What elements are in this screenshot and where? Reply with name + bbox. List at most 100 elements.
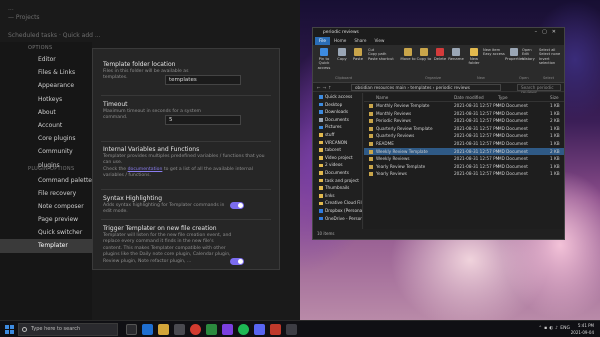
easy-access-button[interactable]: Easy access <box>483 52 505 56</box>
store-icon[interactable] <box>174 324 185 335</box>
folder-icon <box>319 209 323 213</box>
nav-item[interactable]: Documents <box>313 169 362 177</box>
app-icon[interactable] <box>286 324 297 335</box>
sidebar-item-quick-switcher[interactable]: Quick switcher <box>0 226 92 239</box>
sidebar-item-community-plugins[interactable]: Community plugins <box>0 145 92 168</box>
paste-shortcut-button[interactable]: Paste shortcut <box>368 57 394 61</box>
column-date-modified[interactable]: Date modified <box>454 93 484 102</box>
file-row[interactable]: Monthly Reviews 2021-08-31 12:57 PM MD Doc… <box>364 110 564 118</box>
language-indicator[interactable]: ENG <box>560 326 570 331</box>
clipboard-small-actions[interactable]: Cut Copy path Paste shortcut <box>368 48 394 61</box>
pin-quick-access-button[interactable]: Pin to Quick access <box>315 48 333 70</box>
sidebar-item-account[interactable]: Account <box>0 119 92 132</box>
address-bar-row: ←→↑ obsidian resources main › templates … <box>313 83 564 95</box>
trigger-on-new-file-toggle[interactable] <box>230 258 244 265</box>
tab-file[interactable]: File <box>315 37 331 45</box>
button-label: Paste <box>352 56 364 61</box>
sidebar-item-page-preview[interactable]: Page preview <box>0 213 92 226</box>
tab-view[interactable]: View <box>370 37 388 45</box>
nav-item[interactable]: links <box>313 192 362 200</box>
template-folder-input[interactable]: templates <box>165 75 241 85</box>
file-name: Yearly Reviews <box>376 171 407 177</box>
nav-item-label: tabcent <box>325 147 342 153</box>
address-bar[interactable]: obsidian resources main › templates › pe… <box>351 84 501 91</box>
nav-item[interactable]: Quick access <box>313 93 362 101</box>
nav-item-label: Pictures <box>325 124 342 130</box>
open-small-actions[interactable]: Open Edit History <box>522 48 535 61</box>
edge-browser-icon[interactable] <box>142 324 153 335</box>
sidebar-item-templater[interactable]: Templater <box>0 239 92 253</box>
nav-item[interactable]: task and project <box>313 177 362 185</box>
windows-start-icon[interactable] <box>5 325 14 334</box>
sidebar-item-note-composer[interactable]: Note composer <box>0 200 92 213</box>
clock-date: 2021-09-04 <box>570 330 594 335</box>
explorer-search-input[interactable]: Search periodic reviews <box>517 84 561 95</box>
obsidian-icon[interactable] <box>222 324 233 335</box>
rename-button[interactable]: Rename <box>447 48 465 61</box>
taskbar-search-input[interactable]: Type here to search <box>18 323 118 336</box>
nav-item[interactable]: 2 videos <box>313 161 362 169</box>
app-icon[interactable] <box>270 324 281 335</box>
column-size[interactable]: Size <box>550 93 559 102</box>
history-button[interactable]: History <box>522 57 535 61</box>
discord-icon[interactable] <box>254 324 265 335</box>
folder-icon <box>470 48 478 56</box>
window-controls[interactable]: –▢✕ <box>535 28 561 37</box>
timeout-input[interactable]: 5 <box>165 115 241 125</box>
file-row[interactable]: Weekly Reviews 2021-08-31 12:57 PM MD Docu… <box>364 155 564 163</box>
nav-item[interactable]: Desktop <box>313 101 362 109</box>
paste-button[interactable]: Paste <box>349 48 367 61</box>
documentation-link[interactable]: documentation <box>128 167 163 172</box>
clock[interactable]: 5:41 PM 2021-09-04 <box>571 322 594 336</box>
file-row[interactable]: Yearly Review Template 2021-08-31 12:57 P… <box>364 163 564 171</box>
nav-item[interactable]: Pictures <box>313 123 362 131</box>
sidebar-item-appearance[interactable]: Appearance <box>0 79 92 92</box>
properties-button[interactable]: Properties <box>505 48 524 61</box>
tab-share[interactable]: Share <box>350 37 370 45</box>
new-folder-button[interactable]: New folder <box>465 48 483 66</box>
chrome-icon[interactable] <box>190 324 201 335</box>
file-explorer-icon[interactable] <box>158 324 169 335</box>
nav-item[interactable]: stuff <box>313 131 362 139</box>
nav-item[interactable]: OneDrive - Person <box>313 215 362 223</box>
file-row[interactable]: Periodic Reviews 2021-08-31 12:57 PM MD Do… <box>364 117 564 125</box>
system-tray-icons[interactable]: ⌃▪◐♪ <box>538 326 560 331</box>
sidebar-item-hotkeys[interactable]: Hotkeys <box>0 93 92 106</box>
nav-item[interactable]: Documents <box>313 116 362 124</box>
column-type[interactable]: Type <box>498 93 508 102</box>
task-view-icon[interactable] <box>126 324 137 335</box>
new-small-actions[interactable]: New item Easy access <box>483 48 505 57</box>
sidebar-item-about[interactable]: About <box>0 106 92 119</box>
nav-item-label: links <box>325 192 335 198</box>
select-small-actions[interactable]: Select all Select none Invert selection <box>539 48 564 66</box>
sidebar-item-editor[interactable]: Editor <box>0 53 92 66</box>
button-label: New folder <box>468 56 480 66</box>
sidebar-item-file-recovery[interactable]: File recovery <box>0 187 92 200</box>
invert-selection-button[interactable]: Invert selection <box>539 57 564 66</box>
syntax-highlighting-toggle[interactable] <box>230 202 244 209</box>
app-icon[interactable] <box>206 324 217 335</box>
spotify-icon[interactable] <box>238 324 249 335</box>
sidebar-item-core-plugins[interactable]: Core plugins <box>0 132 92 145</box>
file-name: Monthly Review Template <box>376 103 430 108</box>
file-date: 2021-08-31 12:57 PM <box>454 110 500 116</box>
nav-item[interactable]: Creative Cloud Fil <box>313 199 362 207</box>
file-row[interactable]: Quarterly Review Template 2021-08-31 12:5… <box>364 125 564 133</box>
file-row[interactable]: README 2021-08-31 12:57 PM MD Document 1 KB <box>364 140 564 148</box>
file-row[interactable]: Yearly Reviews 2021-08-31 12:57 PM MD Docu… <box>364 170 564 178</box>
nav-arrows-icon[interactable]: ←→↑ <box>317 83 334 92</box>
nav-item[interactable]: tabcent <box>313 146 362 154</box>
sidebar-item-files-links[interactable]: Files & Links <box>0 66 92 79</box>
file-row[interactable]: Monthly Review Template 2021-08-31 12:57 … <box>364 102 564 110</box>
tab-home[interactable]: Home <box>330 37 350 45</box>
file-row[interactable]: Weekly Review Template 2021-08-31 12:57 P… <box>364 147 564 156</box>
file-row[interactable]: Quarterly Reviews 2021-08-31 12:57 PM MD D… <box>364 132 564 140</box>
nav-item[interactable]: Thumbnails <box>313 184 362 192</box>
settings-sidebar: OPTIONS Editor Files & Links Appearance … <box>0 42 92 320</box>
nav-item[interactable]: Downloads <box>313 108 362 116</box>
column-name[interactable]: Name <box>376 93 388 102</box>
sidebar-item-command-palette[interactable]: Command palette <box>0 174 92 187</box>
nav-item[interactable]: Dropbox (Persona <box>313 207 362 215</box>
nav-item[interactable]: VIRCANON <box>313 139 362 147</box>
nav-item[interactable]: Video project <box>313 154 362 162</box>
